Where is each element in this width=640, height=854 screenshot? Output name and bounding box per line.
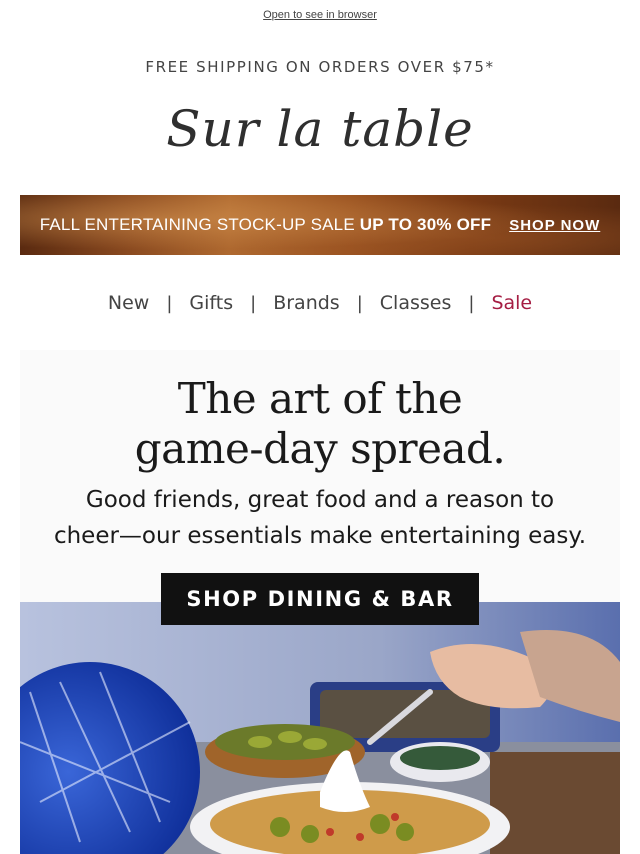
nav-item-sale[interactable]: Sale: [474, 292, 549, 314]
banner-shop-now-link[interactable]: SHOP NOW: [509, 217, 600, 234]
open-in-browser-link[interactable]: Open to see in browser: [0, 9, 640, 21]
sur-la-table-logo[interactable]: Sur la table: [0, 100, 640, 158]
game-day-food-photo[interactable]: [20, 602, 620, 854]
shop-dining-bar-button[interactable]: SHOP DINING & BAR: [161, 573, 479, 625]
hero-subhead: Good friends, great food and a reason to…: [53, 487, 587, 549]
nav-item-gifts[interactable]: Gifts: [172, 292, 250, 314]
main-nav: New | Gifts | Brands | Classes | Sale: [0, 292, 640, 314]
banner-text: FALL ENTERTAINING STOCK-UP SALE UP TO 30…: [39, 215, 492, 234]
banner-discount: UP TO 30% OFF: [359, 215, 492, 234]
nav-item-classes[interactable]: Classes: [363, 292, 469, 314]
sale-banner[interactable]: FALL ENTERTAINING STOCK-UP SALE UP TO 30…: [20, 195, 620, 255]
free-shipping-notice: FREE SHIPPING ON ORDERS OVER $75*: [145, 58, 495, 76]
hero-headline: The art of the game-day spread.: [134, 374, 506, 473]
nav-item-new[interactable]: New: [91, 292, 166, 314]
food-photo-illustration: [20, 602, 620, 854]
nav-item-brands[interactable]: Brands: [256, 292, 357, 314]
